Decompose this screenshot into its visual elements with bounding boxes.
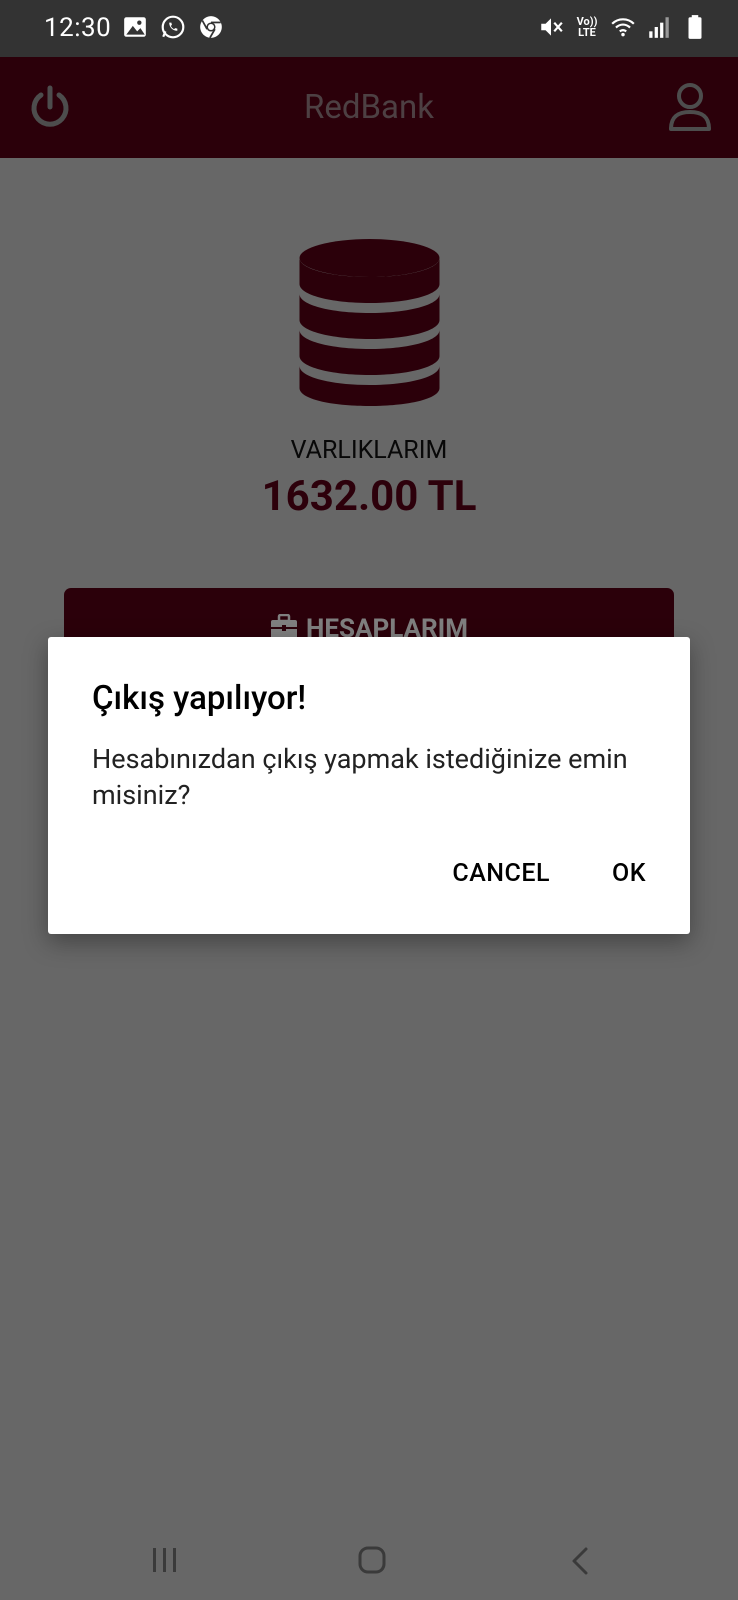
cancel-button[interactable]: CANCEL xyxy=(452,859,550,888)
volte-icon: Vo)) LTE xyxy=(576,15,598,39)
mute-icon xyxy=(541,18,563,36)
logout-dialog: Çıkış yapılıyor! Hesabınızdan çıkış yapm… xyxy=(48,637,690,934)
navigation-bar xyxy=(0,1526,738,1600)
status-left-icons xyxy=(122,14,224,40)
status-time: 12:30 xyxy=(44,13,112,43)
status-right-icons: Vo)) LTE xyxy=(538,14,708,40)
ok-button[interactable]: OK xyxy=(612,859,646,888)
wifi-icon xyxy=(611,18,635,37)
whatsapp-icon xyxy=(161,15,185,39)
battery-icon xyxy=(688,15,702,39)
back-icon[interactable] xyxy=(570,1546,590,1576)
gallery-icon xyxy=(124,17,146,37)
chrome-icon xyxy=(200,16,222,39)
dialog-actions: CANCEL OK xyxy=(452,859,646,888)
status-bar: 12:30 Vo)) LTE xyxy=(0,0,738,57)
dialog-title: Çıkış yapılıyor! xyxy=(92,679,307,718)
dialog-message: Hesabınızdan çıkış yapmak istediğinize e… xyxy=(92,743,628,811)
home-icon[interactable] xyxy=(357,1545,387,1575)
signal-icon xyxy=(649,17,669,38)
recent-apps-icon[interactable] xyxy=(150,1546,180,1574)
